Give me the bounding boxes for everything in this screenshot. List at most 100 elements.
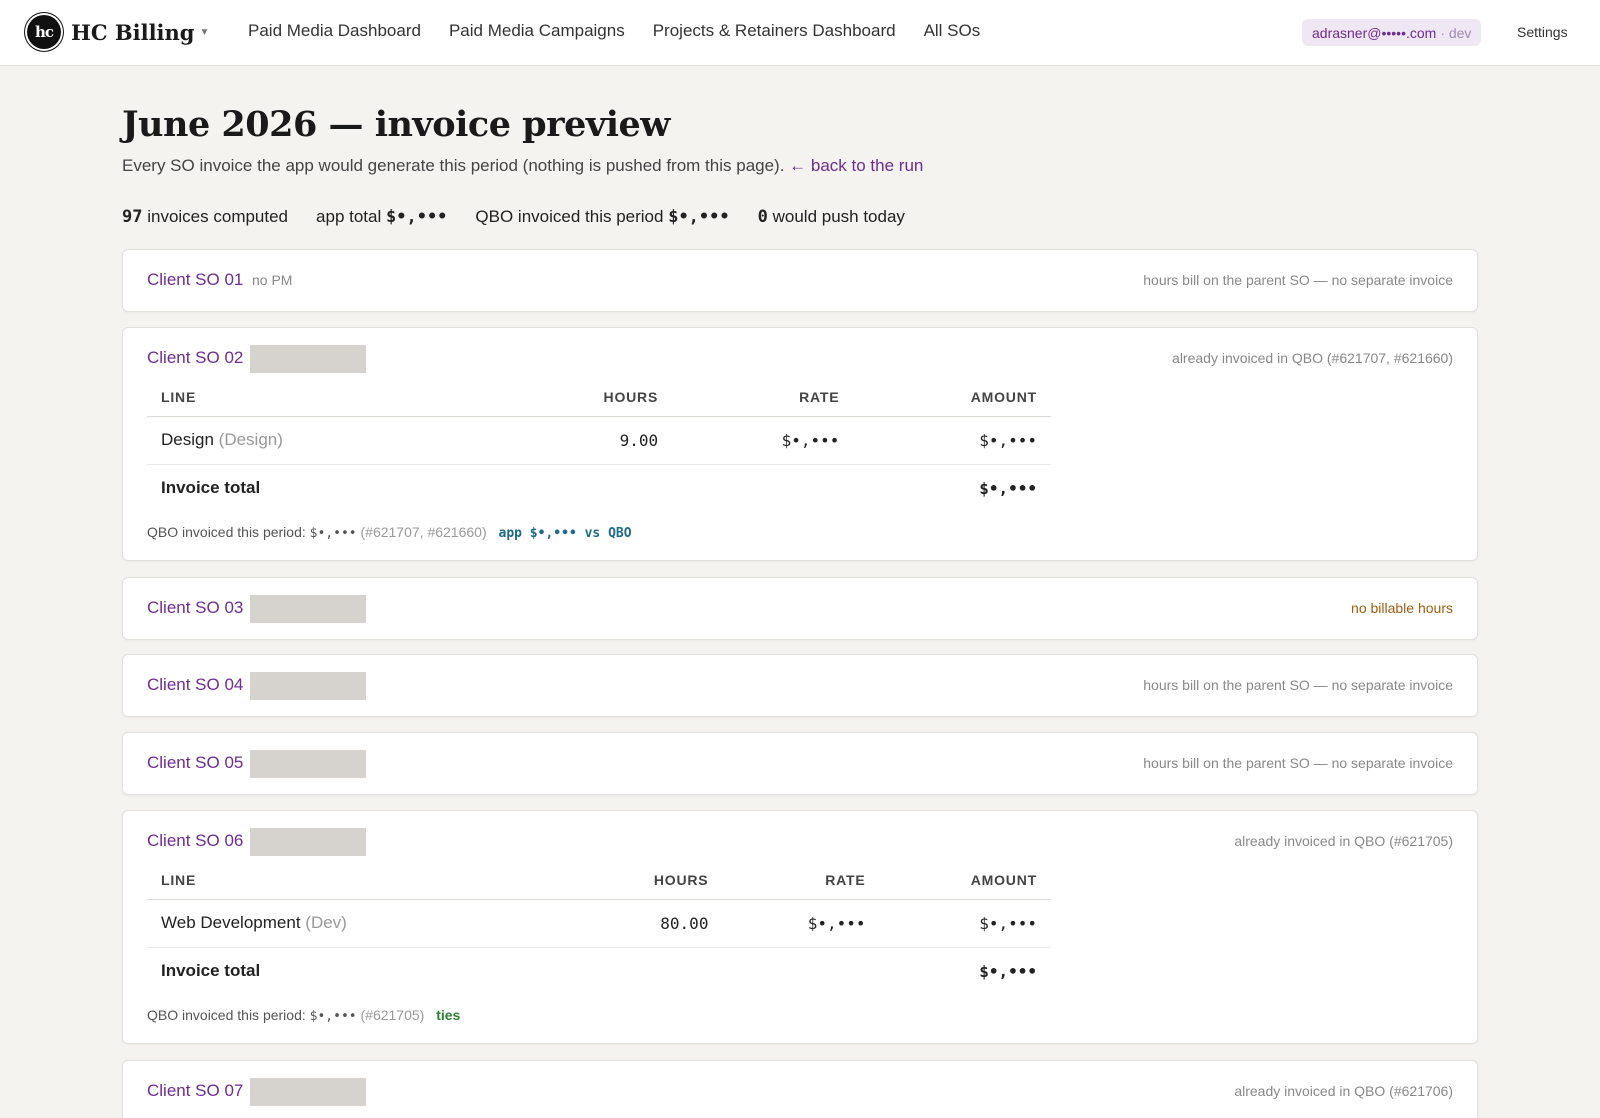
mismatch-badge: app $•,••• vs QBO — [498, 526, 632, 541]
page-subtitle: Every SO invoice the app would generate … — [122, 156, 923, 176]
qbo-total-value: $•,••• — [668, 207, 730, 227]
qbo-comparison: QBO invoiced this period: $•,••• (#62170… — [147, 1007, 460, 1024]
env-label: · dev — [1440, 24, 1472, 41]
brand-menu[interactable]: hc HC Billing ▼ — [27, 15, 209, 49]
nav-paid-media-campaigns[interactable]: Paid Media Campaigns — [449, 21, 625, 41]
app-total-value: $•,••• — [386, 207, 448, 227]
stat-app-total: app total $•,••• — [316, 207, 447, 227]
nav-links: Paid Media Dashboard Paid Media Campaign… — [248, 21, 1008, 41]
col-hours: HOURS — [590, 861, 723, 900]
so-link[interactable]: Client SO 06 — [147, 831, 243, 851]
qbo-refs: (#621707, #621660) — [360, 524, 487, 540]
redacted-pm — [250, 1078, 366, 1106]
so-status: hours bill on the parent SO — no separat… — [1143, 272, 1453, 288]
col-line: LINE — [147, 861, 591, 900]
total-amount: $•,••• — [979, 961, 1037, 981]
redacted-pm — [250, 345, 366, 373]
line-category: (Dev) — [305, 913, 347, 932]
total-row: Invoice total $•,••• — [147, 947, 1051, 995]
ties-badge: ties — [436, 1007, 461, 1023]
qbo-prefix: QBO invoiced this period: — [147, 524, 306, 540]
qbo-comparison: QBO invoiced this period: $•,••• (#62170… — [147, 524, 632, 541]
summary-stats: 97 invoices computed app total $•,••• QB… — [122, 207, 933, 227]
table-header-row: LINE HOURS RATE AMOUNT — [147, 861, 1051, 900]
top-nav: hc HC Billing ▼ Paid Media Dashboard Pai… — [0, 0, 1600, 66]
qbo-prefix: QBO invoiced this period: — [147, 1007, 306, 1023]
so-link[interactable]: Client SO 04 — [147, 675, 243, 695]
so-card: Client SO 02 already invoiced in QBO (#6… — [122, 327, 1478, 561]
line-label: Web Development — [161, 913, 301, 932]
nav-paid-media-dashboard[interactable]: Paid Media Dashboard — [248, 21, 421, 41]
col-amount: AMOUNT — [853, 378, 1051, 417]
so-link[interactable]: Client SO 05 — [147, 753, 243, 773]
subtitle-text: Every SO invoice the app would generate … — [122, 156, 785, 175]
app-total-label: app total — [316, 207, 382, 226]
line-category: (Design) — [218, 430, 283, 449]
redacted-pm — [250, 595, 366, 623]
so-status: hours bill on the parent SO — no separat… — [1143, 755, 1453, 771]
col-line: LINE — [147, 378, 540, 417]
so-card: Client SO 05 hours bill on the parent SO… — [122, 732, 1478, 795]
table-row: Design (Design) 9.00 $•,••• $•,••• — [147, 416, 1051, 465]
nav-all-sos[interactable]: All SOs — [924, 21, 981, 41]
invoices-label: invoices computed — [147, 207, 289, 226]
so-status: already invoiced in QBO (#621705) — [1234, 833, 1453, 849]
so-card: Client SO 07 already invoiced in QBO (#6… — [122, 1060, 1478, 1118]
so-card: Client SO 03 no billable hours — [122, 577, 1478, 640]
line-amount: $•,••• — [853, 416, 1051, 465]
col-rate: RATE — [722, 861, 880, 900]
line-amount: $•,••• — [879, 899, 1051, 948]
user-badge[interactable]: adrasner@•••••.com · dev — [1302, 19, 1482, 46]
so-link[interactable]: Client SO 03 — [147, 598, 243, 618]
so-card: Client SO 06 already invoiced in QBO (#6… — [122, 810, 1478, 1044]
line-rate: $•,••• — [722, 899, 880, 948]
col-rate: RATE — [672, 378, 854, 417]
redacted-pm — [250, 750, 366, 778]
so-link[interactable]: Client SO 02 — [147, 348, 243, 368]
qbo-total-label: QBO invoiced this period — [475, 207, 664, 226]
so-status: already invoiced in QBO (#621706) — [1234, 1083, 1453, 1099]
qbo-amount: $•,••• — [309, 526, 357, 541]
qbo-amount: $•,••• — [309, 1009, 357, 1024]
stat-invoices: 97 invoices computed — [122, 207, 288, 227]
settings-link[interactable]: Settings — [1517, 24, 1568, 40]
total-row: Invoice total $•,••• — [147, 464, 1051, 512]
invoice-lines-table: LINE HOURS RATE AMOUNT Web Development (… — [147, 861, 1051, 995]
back-to-run-link[interactable]: ← back to the run — [789, 156, 923, 175]
invoices-count: 97 — [122, 207, 143, 227]
total-amount: $•,••• — [979, 478, 1037, 498]
line-label: Design — [161, 430, 214, 449]
line-hours: 80.00 — [590, 899, 723, 948]
table-header-row: LINE HOURS RATE AMOUNT — [147, 378, 1051, 417]
col-hours: HOURS — [539, 378, 673, 417]
total-label: Invoice total — [161, 478, 261, 498]
line-hours: 9.00 — [539, 416, 673, 465]
so-card: Client SO 04 hours bill on the parent SO… — [122, 654, 1478, 717]
stat-push: 0 would push today — [758, 207, 905, 227]
so-status: hours bill on the parent SO — no separat… — [1143, 677, 1453, 693]
redacted-pm — [250, 672, 366, 700]
col-amount: AMOUNT — [879, 861, 1051, 900]
push-label: would push today — [772, 207, 905, 226]
total-label: Invoice total — [161, 961, 261, 981]
line-label-cell: Design (Design) — [147, 416, 540, 465]
so-status: no billable hours — [1351, 600, 1453, 616]
so-link[interactable]: Client SO 01 — [147, 270, 243, 290]
table-row: Web Development (Dev) 80.00 $•,••• $•,••… — [147, 899, 1051, 948]
line-label-cell: Web Development (Dev) — [147, 899, 591, 948]
so-pm-note: no PM — [252, 272, 293, 288]
qbo-refs: (#621705) — [360, 1007, 425, 1023]
redacted-pm — [250, 828, 366, 856]
chevron-down-icon: ▼ — [199, 26, 210, 38]
brand-logo: hc — [27, 15, 61, 49]
so-card: Client SO 01 no PM hours bill on the par… — [122, 249, 1478, 312]
so-status: already invoiced in QBO (#621707, #62166… — [1172, 350, 1453, 366]
page-title: June 2026 — invoice preview — [122, 104, 670, 145]
nav-projects-retainers-dashboard[interactable]: Projects & Retainers Dashboard — [653, 21, 896, 41]
stat-qbo-total: QBO invoiced this period $•,••• — [475, 207, 729, 227]
push-count: 0 — [757, 207, 768, 227]
invoice-lines-table: LINE HOURS RATE AMOUNT Design (Design) 9… — [147, 378, 1051, 512]
brand-name: HC Billing — [71, 19, 195, 45]
so-link[interactable]: Client SO 07 — [147, 1081, 243, 1101]
line-rate: $•,••• — [672, 416, 854, 465]
